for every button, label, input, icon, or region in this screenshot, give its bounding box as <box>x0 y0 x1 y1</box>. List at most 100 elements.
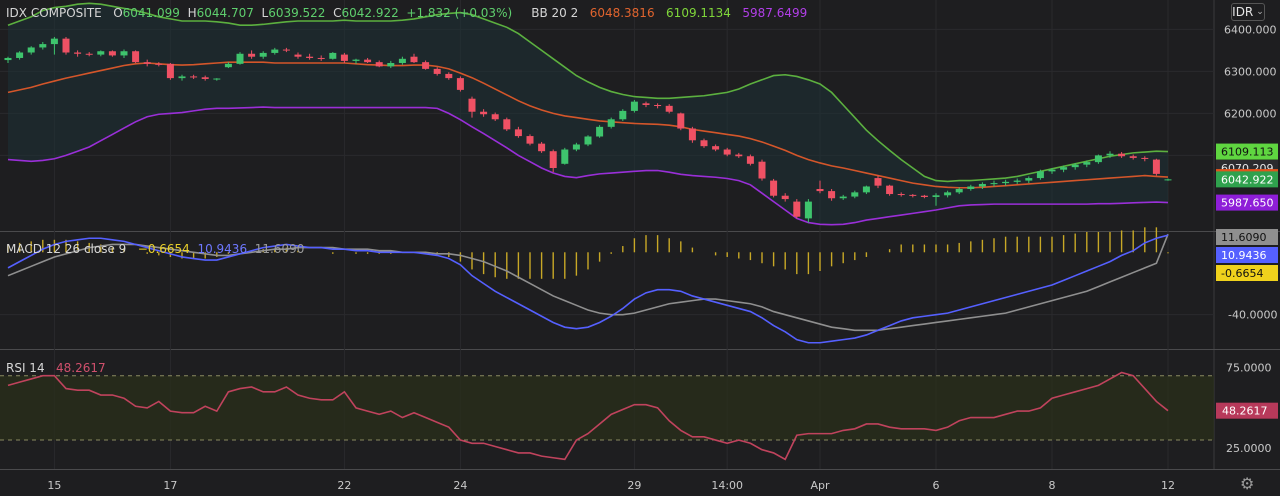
rsi-axis-badge-label: 48.2617 <box>1222 405 1268 418</box>
candle-body <box>120 51 128 56</box>
candle-body <box>4 57 12 61</box>
rsi-tick-label: 75.0000 <box>1226 362 1272 375</box>
candle-body <box>630 101 638 111</box>
candle-body <box>224 63 232 68</box>
candle-body <box>456 78 464 90</box>
macd-legend: MACD 12 26 close 9 −0.6654 10.9436 11.60… <box>6 242 304 256</box>
candle-body <box>1048 169 1056 172</box>
candle-body <box>514 129 522 137</box>
candle-body <box>375 62 383 67</box>
candle-body <box>143 62 151 64</box>
candle-body <box>909 194 917 196</box>
candle-body <box>1036 171 1044 179</box>
candle-body <box>1013 180 1021 182</box>
candle-body <box>422 62 430 69</box>
candle-body <box>480 111 488 115</box>
rsi-label: RSI 14 <box>6 361 45 375</box>
main-legend: IDX COMPOSITE O6041.099 H6044.707 L6039.… <box>6 6 808 20</box>
candle-body <box>688 128 696 141</box>
gear-icon[interactable]: ⚙ <box>1240 474 1254 493</box>
candle-body <box>410 56 418 63</box>
candle-body <box>16 52 24 58</box>
candle-body <box>897 194 905 196</box>
candle-body <box>781 195 789 200</box>
candle-body <box>306 56 314 58</box>
candle-body <box>340 54 348 61</box>
high-value: 6044.707 <box>196 6 254 20</box>
macd-hist-value: −0.6654 <box>137 242 190 256</box>
macd-tick-label: -40.0000 <box>1228 309 1277 322</box>
low-value: 6039.522 <box>268 6 326 20</box>
candle-body <box>1002 181 1010 184</box>
candle-body <box>978 183 986 187</box>
candle-body <box>108 51 116 56</box>
time-axis-label: 12 <box>1161 479 1175 492</box>
time-axis-label: 6 <box>933 479 940 492</box>
macd-axis-badge-label: 10.9436 <box>1221 249 1267 262</box>
candle-body <box>1071 164 1079 168</box>
symbol-name: IDX COMPOSITE <box>6 6 102 20</box>
candle-body <box>526 136 534 144</box>
price-tick-label: 6200.000 <box>1224 107 1277 120</box>
candle-body <box>851 192 859 197</box>
candle-body <box>236 53 244 64</box>
candle-body <box>1083 162 1091 165</box>
candle-body <box>433 68 441 74</box>
candle-body <box>1025 178 1033 181</box>
candle-body <box>445 73 453 79</box>
candle-body <box>642 103 650 105</box>
candle-body <box>874 178 882 186</box>
candle-body <box>329 52 337 59</box>
candle-body <box>85 53 93 55</box>
candle-body <box>862 186 870 193</box>
currency-selector[interactable]: IDR ⌄ <box>1231 3 1265 21</box>
time-axis-label: 24 <box>453 479 467 492</box>
rsi-value: 48.2617 <box>56 361 106 375</box>
candle-body <box>491 114 499 120</box>
candle-body <box>770 180 778 196</box>
time-axis-label: Apr <box>810 479 830 492</box>
candle-body <box>990 183 998 185</box>
candle-body <box>793 201 801 217</box>
candle-body <box>282 49 290 51</box>
bb-label: BB 20 2 <box>531 6 579 20</box>
candle-body <box>886 185 894 195</box>
bb-lower-value: 5987.6499 <box>742 6 808 20</box>
candle-body <box>816 189 824 192</box>
candle-body <box>572 144 580 150</box>
candle-body <box>294 54 302 57</box>
candle-body <box>584 136 592 145</box>
candle-body <box>735 154 743 157</box>
price-axis-badge-label: 6109.113 <box>1221 146 1274 159</box>
candle-body <box>538 143 546 152</box>
candle-body <box>804 201 812 219</box>
candle-body <box>39 44 47 48</box>
macd-value: 10.9436 <box>197 242 248 256</box>
macd-label: MACD 12 26 close 9 <box>6 242 127 256</box>
candle-body <box>967 186 975 189</box>
bb-mid-value: 6048.3816 <box>589 6 655 20</box>
candle-body <box>62 38 70 53</box>
candle-body <box>561 149 569 164</box>
candle-body <box>1094 155 1102 163</box>
candle-body <box>619 110 627 120</box>
macd-signal-value: 11.6090 <box>254 242 305 256</box>
candle-body <box>178 76 186 79</box>
candle-body <box>166 63 174 79</box>
rsi-band-fill <box>0 375 1214 441</box>
candle-body <box>259 52 267 57</box>
candle-body <box>132 51 140 63</box>
candle-body <box>27 47 35 53</box>
candle-body <box>364 59 372 63</box>
macd-axis-badge-label: -0.6654 <box>1221 267 1263 280</box>
candle-body <box>712 146 720 150</box>
candle-body <box>317 57 325 59</box>
candle-body <box>654 105 662 106</box>
price-tick-label: 6300.000 <box>1224 65 1277 78</box>
candle-body <box>1106 153 1114 156</box>
candle-body <box>665 105 673 112</box>
candle-body <box>387 63 395 67</box>
rsi-legend: RSI 14 48.2617 <box>6 361 106 375</box>
candle-body <box>607 119 615 127</box>
candle-body <box>746 156 754 164</box>
